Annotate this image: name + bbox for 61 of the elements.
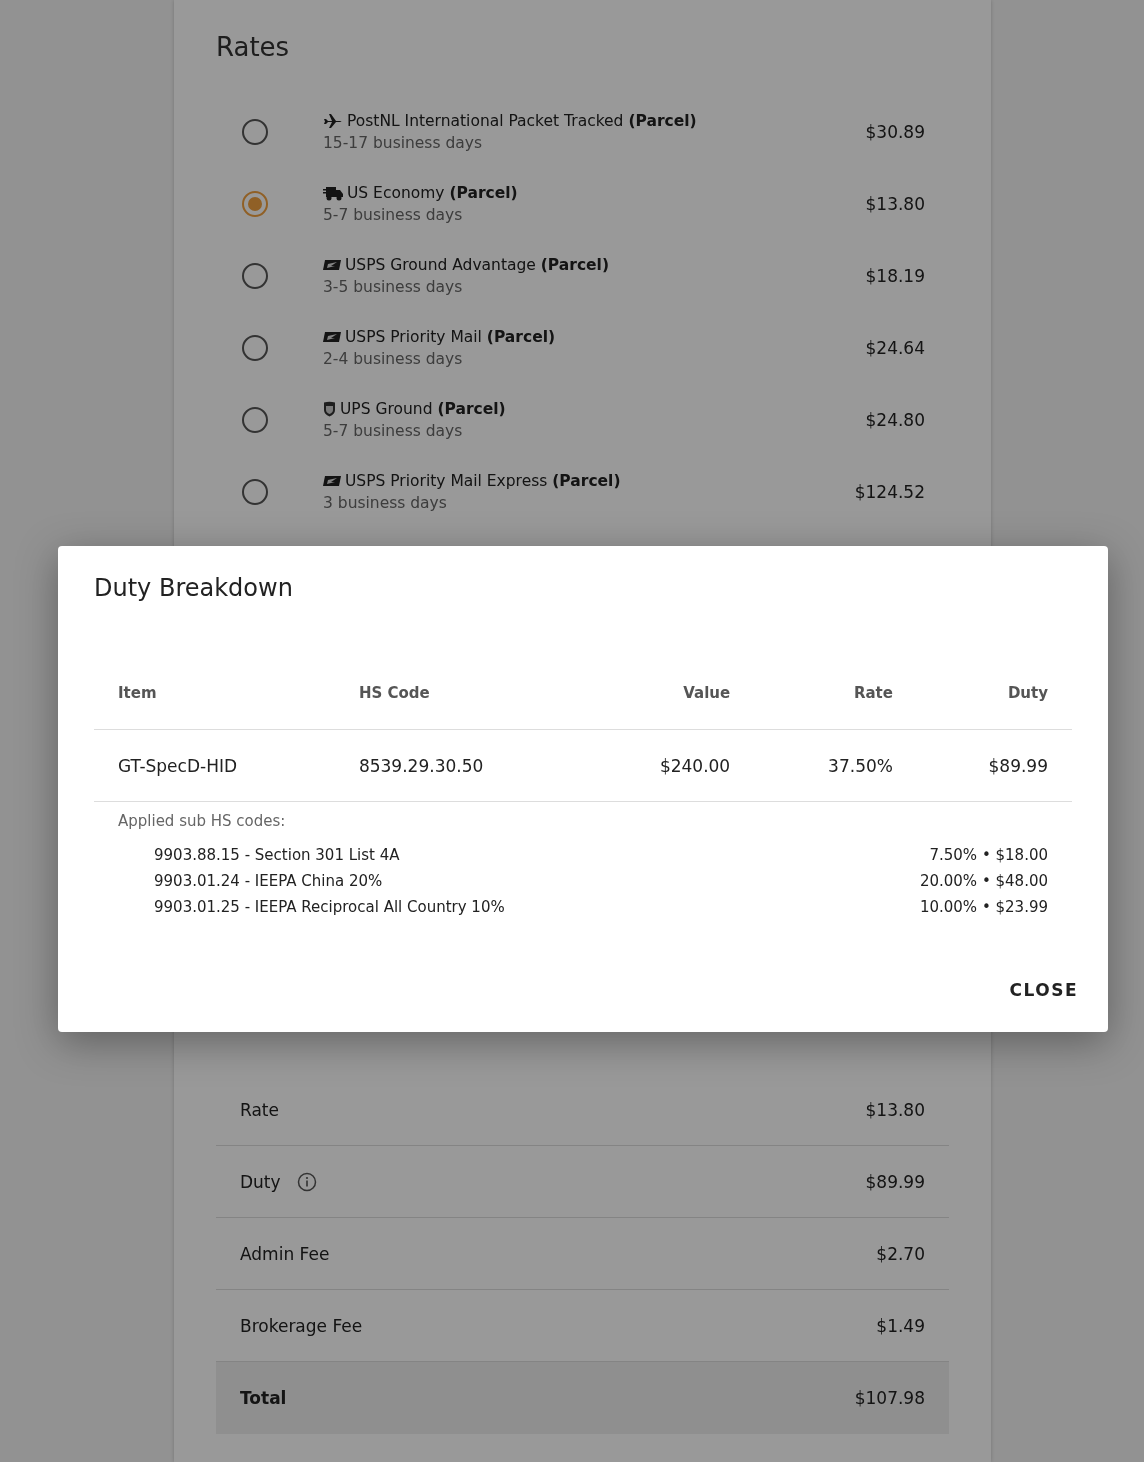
rate-price: $18.19 xyxy=(865,266,925,286)
column-header: Rate xyxy=(754,656,917,730)
radio-button[interactable] xyxy=(242,263,268,289)
info-icon[interactable] xyxy=(296,1171,317,1192)
summary-value: $2.70 xyxy=(876,1243,925,1264)
column-header: HS Code xyxy=(334,656,584,730)
delivery-time: 5-7 business days xyxy=(323,422,464,440)
rate-name: USPS Priority Mail Express (Parcel) xyxy=(345,472,621,490)
rate-name: USPS Ground Advantage (Parcel) xyxy=(345,256,609,274)
column-header: Item xyxy=(94,656,335,730)
table-cell: 37.50% xyxy=(754,729,917,802)
dialog-title: Duty Breakdown xyxy=(94,574,294,602)
summary-label: Admin Fee xyxy=(240,1243,330,1264)
sub-code-amount: 7.50% • $18.00 xyxy=(929,846,1048,864)
rate-name: USPS Priority Mail (Parcel) xyxy=(345,328,556,346)
table-cell: GT-SpecD-HID xyxy=(94,729,335,802)
column-header: Duty xyxy=(916,656,1072,730)
sub-code: 9903.88.15 - Section 301 List 4A xyxy=(154,846,400,864)
rate-price: $13.80 xyxy=(865,194,925,214)
summary-value: $1.49 xyxy=(876,1315,925,1336)
rate-name: PostNL International Packet Tracked (Parcel) xyxy=(347,112,697,130)
radio-button[interactable] xyxy=(242,479,268,505)
section-title: Rates xyxy=(216,32,291,62)
rate-price: $124.52 xyxy=(854,482,925,502)
sub-code-amount: 10.00% • $23.99 xyxy=(919,898,1048,916)
radio-button[interactable] xyxy=(242,191,268,217)
delivery-time: 15-17 business days xyxy=(323,134,484,152)
shield-logo-icon xyxy=(323,401,336,417)
summary-label: Total xyxy=(240,1388,287,1408)
table-cell: $89.99 xyxy=(916,729,1072,802)
sub-code: 9903.01.25 - IEEPA Reciprocal All Country 10% xyxy=(154,898,505,916)
delivery-time: 5-7 business days xyxy=(323,206,464,224)
close-button[interactable]: CLOSE xyxy=(993,972,1094,1008)
rate-price: $24.64 xyxy=(865,338,925,358)
summary-label: Rate xyxy=(240,1099,279,1120)
delivery-time: 3-5 business days xyxy=(323,278,464,296)
airplane-icon xyxy=(323,113,343,129)
summary-value: $13.80 xyxy=(865,1099,925,1120)
radio-button[interactable] xyxy=(242,335,268,361)
rate-price: $30.89 xyxy=(865,122,925,142)
summary-label: Brokerage Fee xyxy=(240,1315,363,1336)
sub-code: 9903.01.24 - IEEPA China 20% xyxy=(154,872,383,890)
rate-name: UPS Ground (Parcel) xyxy=(340,400,506,418)
summary-label: Duty xyxy=(240,1171,281,1192)
radio-button[interactable] xyxy=(242,407,268,433)
table-cell: 8539.29.30.50 xyxy=(334,729,584,802)
truck-icon xyxy=(323,185,343,201)
radio-button[interactable] xyxy=(242,119,268,145)
table-cell: $240.00 xyxy=(583,729,755,802)
summary-value: $89.99 xyxy=(865,1171,925,1192)
column-header: Value xyxy=(583,656,755,730)
rate-name: US Economy (Parcel) xyxy=(347,184,518,202)
rate-price: $24.80 xyxy=(865,410,925,430)
delivery-time: 2-4 business days xyxy=(323,350,464,368)
eagle-logo-icon xyxy=(323,475,341,487)
summary-value: $107.98 xyxy=(854,1388,925,1408)
delivery-time: 3 business days xyxy=(323,494,448,512)
eagle-logo-icon xyxy=(323,259,341,271)
sub-codes-heading: Applied sub HS codes: xyxy=(118,812,286,830)
sub-code-amount: 20.00% • $48.00 xyxy=(919,872,1048,890)
eagle-logo-icon xyxy=(323,331,341,343)
